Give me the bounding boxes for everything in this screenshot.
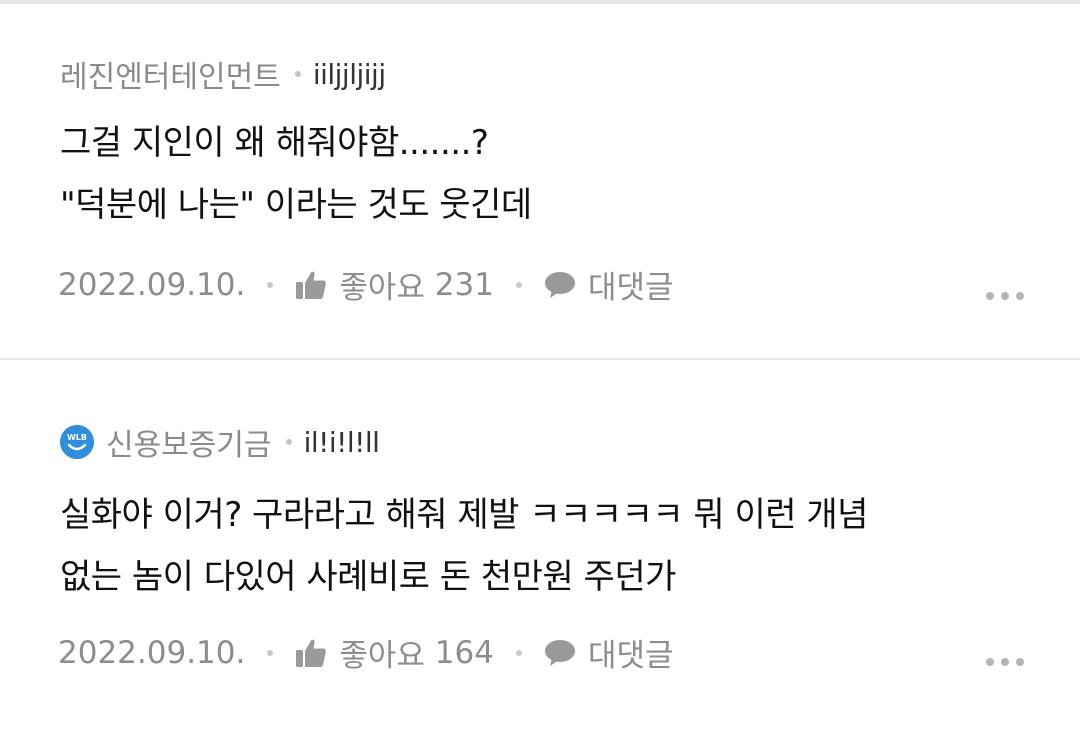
comment-author[interactable]: 레진엔터테인먼트 bbox=[60, 52, 281, 96]
like-button[interactable]: 좋아요 164 bbox=[295, 630, 494, 675]
thumbs-up-icon bbox=[296, 271, 327, 299]
comment-nickname[interactable]: iiljjljijj bbox=[313, 58, 386, 91]
comment-footer: 2022.09.10. 좋아요 231 대댓글 bbox=[58, 262, 674, 307]
reply-button[interactable]: 대댓글 bbox=[544, 630, 674, 675]
like-label: 좋아요 bbox=[339, 270, 425, 306]
comment-line: 그걸 지인이 왜 해줘야함.......? bbox=[60, 123, 489, 163]
thumbs-up-icon bbox=[296, 639, 327, 667]
like-count: 164 bbox=[434, 634, 494, 671]
comment-date: 2022.09.10. bbox=[58, 634, 246, 671]
comment-author[interactable]: 신용보증기금 bbox=[106, 420, 272, 464]
separator-dot bbox=[515, 281, 522, 288]
speech-bubble-icon bbox=[544, 639, 575, 666]
more-dots-icon[interactable] bbox=[986, 652, 1024, 672]
like-count: 231 bbox=[434, 266, 494, 303]
comment-line: 없는 놈이 다있어 사례비로 돈 천만원 주던가 bbox=[60, 557, 676, 597]
more-dots-icon[interactable] bbox=[986, 286, 1024, 306]
separator-dot bbox=[285, 439, 292, 445]
comment-date: 2022.09.10. bbox=[58, 266, 246, 303]
comment-divider bbox=[0, 358, 1080, 360]
like-label: 좋아요 bbox=[339, 638, 425, 674]
badge-text: WLB bbox=[67, 433, 87, 442]
like-button[interactable]: 좋아요 231 bbox=[295, 262, 494, 307]
comment-body: 실화야 이거? 구라라고 해줘 제발 ㅋㅋㅋㅋㅋ 뭐 이런 개념 없는 놈이 다… bbox=[60, 484, 868, 608]
reply-label: 대댓글 bbox=[587, 638, 674, 674]
comment-body: 그걸 지인이 왜 해줘야함.......? "덕분에 나는" 이라는 것도 웃긴… bbox=[60, 112, 532, 236]
wlb-badge-icon: WLB bbox=[60, 425, 94, 459]
speech-bubble-icon bbox=[544, 271, 575, 298]
separator-dot bbox=[267, 281, 274, 288]
reply-button[interactable]: 대댓글 bbox=[544, 262, 674, 307]
comment-meta: 레진엔터테인먼트 iiljjljijj bbox=[60, 52, 386, 96]
comment-nickname[interactable]: il!i!l!ll bbox=[304, 426, 380, 459]
separator-dot bbox=[267, 649, 274, 656]
reply-label: 대댓글 bbox=[587, 270, 674, 306]
comment-line: 실화야 이거? 구라라고 해줘 제발 ㅋㅋㅋㅋㅋ 뭐 이런 개념 bbox=[60, 495, 868, 535]
comment-meta: WLB 신용보증기금 il!i!l!ll bbox=[60, 420, 380, 464]
separator-dot bbox=[515, 649, 522, 656]
comment-line: "덕분에 나는" 이라는 것도 웃긴데 bbox=[60, 185, 532, 225]
separator-dot bbox=[294, 71, 301, 77]
comment-footer: 2022.09.10. 좋아요 164 대댓글 bbox=[58, 630, 674, 675]
